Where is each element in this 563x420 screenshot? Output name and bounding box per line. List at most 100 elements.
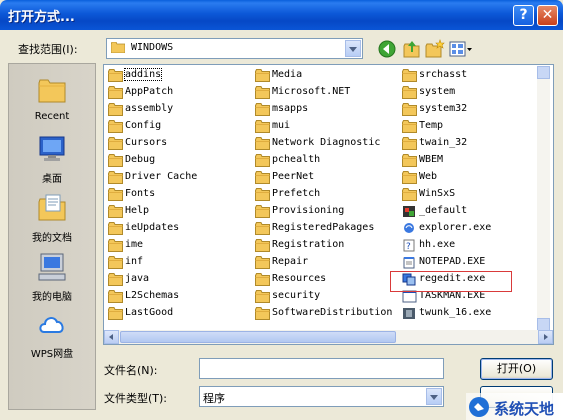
help-button[interactable]: ? [513,5,534,26]
list-item[interactable]: ? hh.exe [400,237,546,254]
view-menu-icon[interactable] [449,39,473,59]
filetype-value: 程序 [203,392,225,405]
help-exe-icon: ? [403,239,415,252]
up-folder-icon[interactable] [402,39,422,59]
list-item[interactable]: RegisteredPakages [253,220,399,237]
file-name: L2Schemas [125,290,180,301]
file-column-1: addins AppPatch assembly Config Cursors Debug… [106,67,252,322]
folder-icon [255,205,270,218]
list-item[interactable]: Registration [253,237,399,254]
places-recent[interactable]: Recent [9,74,95,122]
file-name: Repair [272,256,309,267]
folder-icon [255,120,270,133]
filetype-dropdown[interactable]: 程序 [199,386,444,407]
list-item[interactable]: security [253,288,399,305]
list-item[interactable]: twunk_16.exe [400,305,546,322]
list-item[interactable]: pchealth [253,152,399,169]
list-item[interactable]: system32 [400,101,546,118]
list-item[interactable]: SoftwareDistribution [253,305,399,322]
chevron-down-icon[interactable] [426,388,442,405]
list-item[interactable]: srchasst [400,67,546,84]
open-button[interactable]: 打开(O) [480,358,553,380]
file-name: Media [272,69,303,80]
list-item[interactable]: Microsoft.NET [253,84,399,101]
folder-icon [108,120,123,133]
list-item[interactable]: Debug [106,152,252,169]
list-item[interactable]: Prefetch [253,186,399,203]
file-name: Registration [272,239,345,250]
vertical-scrollbar[interactable] [537,66,550,331]
folder-icon [108,171,123,184]
list-item[interactable]: java [106,271,252,288]
folder-icon [402,188,417,201]
file-list[interactable]: addins AppPatch assembly Config Cursors Debug… [103,64,554,345]
places-desktop[interactable]: 桌面 [9,133,95,185]
list-item[interactable]: ime [106,237,252,254]
file-name: twain_32 [419,137,468,148]
chevron-down-icon[interactable] [345,40,361,57]
file-name: NOTEPAD.EXE [419,256,486,267]
folder-icon [108,86,123,99]
look-in-label: 查找范围(I): [18,43,78,56]
list-item[interactable]: Config [106,118,252,135]
places-my-documents[interactable]: 我的文档 [9,192,95,244]
folder-icon [255,188,270,201]
list-item[interactable]: AppPatch [106,84,252,101]
folder-icon [255,154,270,167]
list-item[interactable]: Temp [400,118,546,135]
list-item[interactable]: Network Diagnostic [253,135,399,152]
list-item[interactable]: mui [253,118,399,135]
list-item[interactable]: PeerNet [253,169,399,186]
list-item[interactable]: ieUpdates [106,220,252,237]
list-item[interactable]: Media [253,67,399,84]
list-item[interactable]: Provisioning [253,203,399,220]
scroll-up-button[interactable] [537,66,550,79]
svg-text:?: ? [406,242,411,252]
file-name: inf [125,256,144,267]
file-name: pchealth [272,154,321,165]
list-item[interactable]: WinSxS [400,186,546,203]
list-item[interactable]: WBEM [400,152,546,169]
file-name: Config [125,120,162,131]
list-item[interactable]: _default [400,203,546,220]
folder-icon [255,103,270,116]
places-my-computer[interactable]: 我的电脑 [9,251,95,303]
list-item[interactable]: LastGood [106,305,252,322]
scroll-right-button[interactable] [538,330,553,344]
watermark-text: 系统天地 [494,400,555,418]
list-item[interactable]: explorer.exe [400,220,546,237]
list-item[interactable]: twain_32 [400,135,546,152]
list-item[interactable]: Help [106,203,252,220]
folder-icon [108,188,123,201]
file-name: Fonts [125,188,156,199]
scroll-left-button[interactable] [104,330,119,344]
list-item[interactable]: assembly [106,101,252,118]
folder-icon [255,137,270,150]
back-icon[interactable] [377,39,397,59]
places-wps-cloud[interactable]: WPS网盘 [9,308,95,360]
list-item[interactable]: Resources [253,271,399,288]
horizontal-scrollbar[interactable] [104,330,553,344]
file-name: Network Diagnostic [272,137,381,148]
list-item[interactable]: Fonts [106,186,252,203]
list-item[interactable]: inf [106,254,252,271]
filename-input[interactable] [199,358,444,379]
file-name: RegisteredPakages [272,222,375,233]
list-item[interactable]: Cursors [106,135,252,152]
list-item[interactable]: Web [400,169,546,186]
list-item[interactable]: NOTEPAD.EXE [400,254,546,271]
list-item[interactable]: addins [106,67,252,84]
look-in-dropdown[interactable]: WINDOWS [106,38,363,59]
folder-icon [108,290,123,303]
folder-icon [108,256,123,269]
scroll-thumb[interactable] [120,331,396,343]
list-item[interactable]: Driver Cache [106,169,252,186]
list-item[interactable]: L2Schemas [106,288,252,305]
title-bar[interactable]: 打开方式... ? ✕ [0,0,563,30]
file-name: _default [419,205,468,216]
list-item[interactable]: Repair [253,254,399,271]
close-button[interactable]: ✕ [537,5,558,26]
new-folder-icon[interactable] [425,39,445,59]
list-item[interactable]: system [400,84,546,101]
list-item[interactable]: msapps [253,101,399,118]
